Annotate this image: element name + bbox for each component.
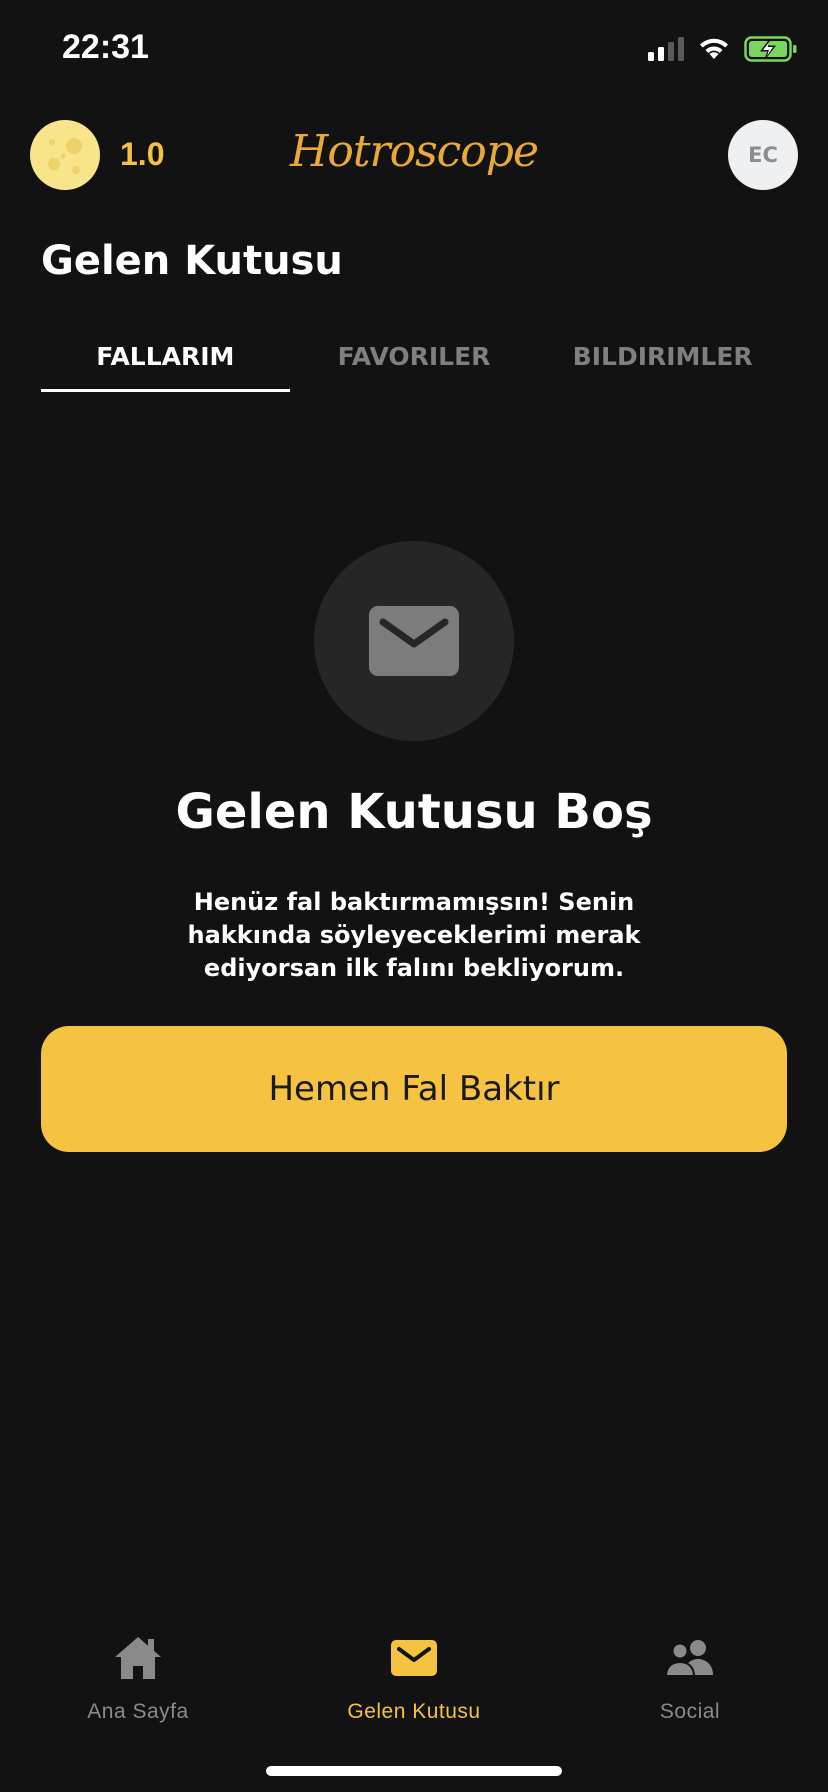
envelope-icon <box>391 1640 437 1676</box>
get-reading-button[interactable]: Hemen Fal Baktır <box>41 1026 787 1152</box>
empty-state-icon-circle <box>314 541 514 741</box>
inbox-screen: 22:31 1.0 Hotroscope EC Gelen Kutusu FAL… <box>0 0 828 1792</box>
people-icon <box>665 1640 713 1677</box>
app-header: 1.0 Hotroscope EC <box>0 120 828 192</box>
home-icon <box>115 1637 161 1679</box>
bottom-nav: Ana Sayfa Gelen Kutusu Social <box>0 1630 828 1750</box>
nav-label-home: Ana Sayfa <box>87 1700 189 1723</box>
battery-charging-icon <box>744 36 797 62</box>
status-time: 22:31 <box>62 28 149 66</box>
nav-label-inbox: Gelen Kutusu <box>347 1700 481 1723</box>
signal-icon <box>648 37 684 61</box>
nav-item-home[interactable]: Ana Sayfa <box>0 1630 276 1750</box>
home-indicator[interactable] <box>266 1766 562 1776</box>
status-bar: 22:31 <box>0 0 828 100</box>
nav-label-social: Social <box>659 1700 721 1723</box>
status-icons <box>648 36 798 62</box>
envelope-icon <box>369 606 459 676</box>
empty-state-description: Henüz fal baktırmamışsın! Senin hakkında… <box>187 888 641 982</box>
wifi-icon <box>700 38 728 59</box>
app-logo: Hotroscope <box>290 126 539 177</box>
empty-state-title: Gelen Kutusu Boş <box>175 784 653 840</box>
avatar[interactable]: EC <box>728 120 798 190</box>
page-title: Gelen Kutusu <box>41 238 343 284</box>
inbox-tabs: FALLARIM FAVORILER BILDIRIMLER <box>41 330 787 392</box>
tab-fallarim[interactable]: FALLARIM <box>41 330 290 392</box>
nav-item-social[interactable]: Social <box>552 1630 828 1750</box>
tab-bildirimler[interactable]: BILDIRIMLER <box>538 330 787 392</box>
tab-favoriler[interactable]: FAVORILER <box>290 330 539 392</box>
nav-item-inbox[interactable]: Gelen Kutusu <box>276 1630 552 1750</box>
